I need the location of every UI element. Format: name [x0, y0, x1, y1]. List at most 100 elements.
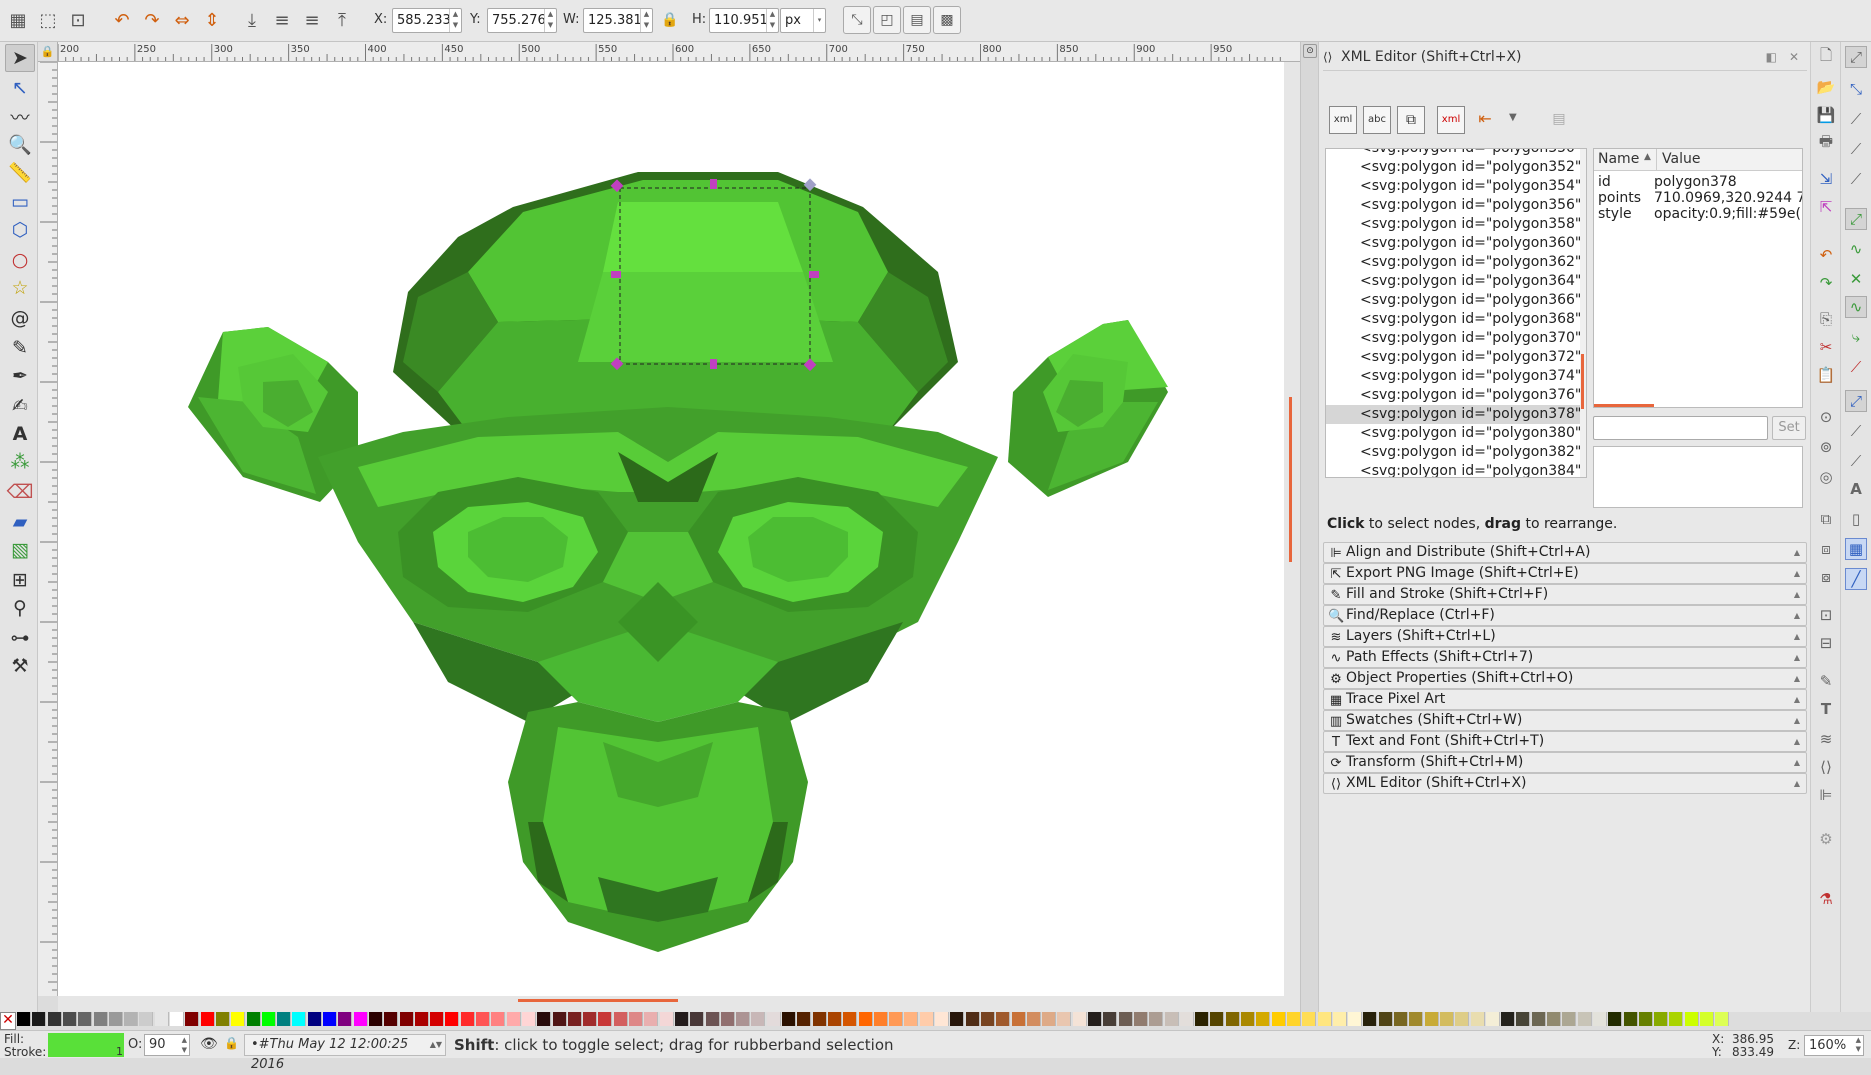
color-swatch[interactable] — [1669, 1012, 1684, 1026]
color-swatch[interactable] — [1363, 1012, 1378, 1026]
snap-midpoint-icon[interactable]: ⟋ — [1845, 356, 1867, 378]
collapse-icon[interactable]: ▲ — [1794, 543, 1800, 562]
unlink-clone-icon[interactable]: ⧇ — [1815, 566, 1837, 588]
color-swatch[interactable] — [246, 1012, 261, 1026]
color-swatch[interactable] — [323, 1012, 337, 1026]
color-swatch[interactable] — [1562, 1012, 1577, 1026]
panel-iconify-icon[interactable]: ◧ — [1766, 46, 1777, 68]
import-icon[interactable]: ⇲ — [1815, 168, 1837, 190]
color-swatch[interactable] — [720, 1012, 735, 1026]
chin[interactable] — [508, 702, 808, 952]
snap-center-icon[interactable]: ⟋ — [1845, 420, 1867, 442]
attribute-name[interactable]: style — [1598, 205, 1632, 224]
attr-value-header[interactable]: Value — [1662, 151, 1700, 167]
eraser-tool-icon[interactable]: ⌫ — [5, 478, 35, 506]
lower-icon[interactable]: ≡ — [268, 6, 296, 34]
duplicate-node-icon[interactable]: ⧉ — [1397, 106, 1425, 134]
zoom-input[interactable]: 160% ▲ ▼ — [1804, 1035, 1864, 1056]
3d-box-tool-icon[interactable]: ⬡ — [5, 216, 35, 244]
horizontal-scroll-thumb[interactable] — [518, 999, 678, 1002]
color-swatch[interactable] — [1424, 1012, 1439, 1026]
color-swatch[interactable] — [414, 1012, 429, 1026]
scale-stroke-icon[interactable]: ⤡ — [843, 6, 871, 34]
current-layer-select[interactable]: •#Thu May 12 12:00:25 2016 ▲▼ — [244, 1034, 446, 1072]
group-icon[interactable]: ⊡ — [1815, 604, 1837, 626]
color-swatch[interactable] — [1302, 1012, 1317, 1026]
color-swatch[interactable] — [1088, 1012, 1102, 1026]
color-swatch[interactable] — [889, 1012, 904, 1026]
color-swatch[interactable] — [1179, 1012, 1194, 1026]
xml-node-item[interactable]: <svg:polygon id="polygon360"> — [1360, 234, 1586, 253]
color-swatch[interactable] — [430, 1012, 445, 1026]
color-swatch[interactable] — [766, 1012, 781, 1026]
raise-to-top-icon[interactable]: ⤒ — [328, 6, 356, 34]
dialog-header[interactable]: ⊫ Align and Distribute (Shift+Ctrl+A) ▲ — [1323, 542, 1807, 563]
color-swatch[interactable] — [1470, 1012, 1485, 1026]
node-tree-scrollbar[interactable] — [1580, 149, 1586, 477]
right-ear[interactable] — [1008, 320, 1168, 497]
color-swatch[interactable] — [292, 1012, 307, 1026]
color-swatch[interactable] — [1455, 1012, 1470, 1026]
color-swatch[interactable] — [1256, 1012, 1271, 1026]
node-tree-scroll-thumb[interactable] — [1581, 354, 1584, 409]
color-swatch[interactable] — [460, 1012, 475, 1026]
layer-dropdown-icon[interactable]: ▲▼ — [430, 1035, 442, 1055]
xml-node-item[interactable]: <svg:polygon id="polygon384"> — [1360, 462, 1586, 477]
zoom-page-icon[interactable]: ◎ — [1815, 466, 1837, 488]
raise-icon[interactable]: ≡ — [298, 6, 326, 34]
color-swatch[interactable] — [705, 1012, 720, 1026]
color-swatch[interactable] — [935, 1012, 949, 1026]
color-swatch[interactable] — [1608, 1012, 1623, 1026]
flip-horizontal-icon[interactable]: ⇔ — [168, 6, 196, 34]
color-swatch[interactable] — [1042, 1012, 1057, 1026]
dialog-header[interactable]: ▦ Trace Pixel Art ▲ — [1323, 689, 1807, 710]
set-button[interactable]: Set — [1772, 416, 1806, 440]
color-swatch[interactable] — [1577, 1012, 1592, 1026]
preferences-icon[interactable]: ⚙ — [1815, 828, 1837, 850]
xml-node-item[interactable]: <svg:polygon id="polygon372"> — [1360, 348, 1586, 367]
xml-node-item[interactable]: <svg:polygon id="polygon356"> — [1360, 196, 1586, 215]
opacity-spin-arrows[interactable]: ▲ ▼ — [182, 1035, 187, 1055]
node-tool-icon[interactable]: ↖ — [5, 74, 35, 102]
xml-node-item[interactable]: <svg:polygon id="polygon350"> — [1360, 149, 1586, 158]
dialog-header[interactable]: ✎ Fill and Stroke (Shift+Ctrl+F) ▲ — [1323, 584, 1807, 605]
star-tool-icon[interactable]: ☆ — [5, 274, 35, 302]
drawing-canvas[interactable] — [58, 62, 1284, 996]
dialog-header[interactable]: ⟨⟩ XML Editor (Shift+Ctrl+X) ▲ — [1323, 773, 1807, 794]
attribute-value-input[interactable] — [1593, 416, 1768, 440]
color-swatch[interactable] — [965, 1012, 980, 1026]
color-swatch[interactable] — [277, 1012, 292, 1026]
color-swatch[interactable] — [1057, 1012, 1072, 1026]
color-swatch[interactable] — [1531, 1012, 1546, 1026]
print-icon[interactable]: 🖶 — [1815, 132, 1837, 154]
collapse-icon[interactable]: ▲ — [1794, 669, 1800, 688]
color-swatch[interactable] — [613, 1012, 628, 1026]
color-swatch[interactable] — [552, 1012, 567, 1026]
color-swatch[interactable] — [690, 1012, 705, 1026]
snap-grid-icon[interactable]: ▦ — [1845, 538, 1867, 560]
measure-tool-icon[interactable]: 📏 — [5, 158, 35, 186]
color-swatch[interactable] — [399, 1012, 414, 1026]
color-swatch[interactable] — [1332, 1012, 1347, 1026]
color-swatch[interactable] — [108, 1012, 123, 1026]
color-swatch[interactable] — [476, 1012, 490, 1026]
color-swatch[interactable] — [1026, 1012, 1041, 1026]
fill-indicator[interactable] — [48, 1033, 124, 1057]
xml-node-item[interactable]: <svg:polygon id="polygon374"> — [1360, 367, 1586, 386]
fill-stroke-icon[interactable]: ✎ — [1815, 670, 1837, 692]
spray-tool-icon[interactable]: ⁂ — [5, 448, 35, 476]
collapse-icon[interactable]: ▲ — [1794, 585, 1800, 604]
new-text-node-icon[interactable]: abc — [1363, 106, 1391, 134]
tweak-tool-icon[interactable]: 〰 — [5, 102, 35, 130]
gradient-tool-icon[interactable]: ▧ — [5, 536, 35, 564]
w-input[interactable]: 125.381 ▲ ▼ — [583, 8, 653, 33]
color-swatch[interactable] — [200, 1012, 215, 1026]
color-swatch[interactable] — [1286, 1012, 1301, 1026]
rectangle-tool-icon[interactable]: ▭ — [5, 188, 35, 216]
color-swatch[interactable] — [139, 1012, 154, 1026]
color-swatch[interactable] — [858, 1012, 873, 1026]
color-swatch[interactable] — [1241, 1012, 1255, 1026]
paste-icon[interactable]: 📋 — [1815, 364, 1837, 386]
xml-node-item[interactable]: <svg:polygon id="polygon380"> — [1360, 424, 1586, 443]
color-swatch[interactable] — [1623, 1012, 1638, 1026]
